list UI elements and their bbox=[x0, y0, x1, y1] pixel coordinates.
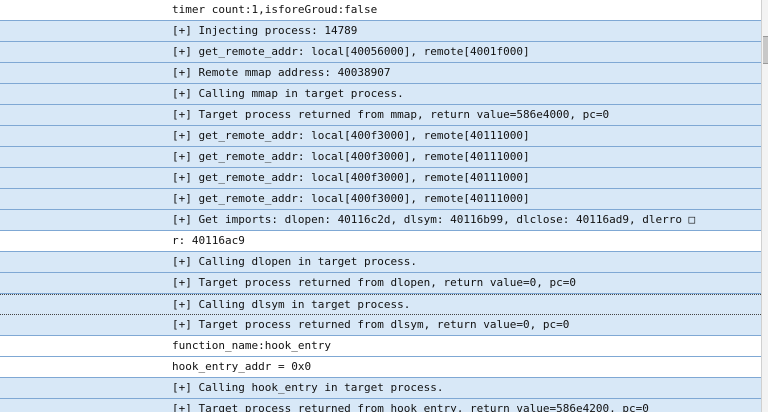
list-item[interactable]: [+] get_remote_addr: local[400f3000], re… bbox=[0, 126, 761, 147]
log-line-text: [+] Target process returned from dlsym, … bbox=[172, 318, 570, 331]
log-line-text: [+] Calling hook_entry in target process… bbox=[172, 381, 444, 394]
list-item[interactable]: [+] Calling mmap in target process. bbox=[0, 84, 761, 105]
log-line-text: [+] get_remote_addr: local[400f3000], re… bbox=[172, 129, 530, 142]
log-line-text: [+] Get imports: dlopen: 40116c2d, dlsym… bbox=[172, 213, 696, 226]
list-item[interactable]: hook_entry_addr = 0x0 bbox=[0, 357, 761, 378]
vertical-scrollbar[interactable] bbox=[761, 0, 768, 412]
list-item[interactable]: [+] get_remote_addr: local[400f3000], re… bbox=[0, 168, 761, 189]
log-line-text: [+] get_remote_addr: local[400f3000], re… bbox=[172, 192, 530, 205]
log-line-text: [+] Calling mmap in target process. bbox=[172, 87, 404, 100]
log-line-text: [+] Target process returned from hook_en… bbox=[172, 402, 649, 412]
list-item[interactable]: [+] Get imports: dlopen: 40116c2d, dlsym… bbox=[0, 210, 761, 231]
log-line-text: [+] Target process returned from mmap, r… bbox=[172, 108, 610, 121]
log-line-text: [+] Remote mmap address: 40038907 bbox=[172, 66, 391, 79]
list-item[interactable]: [+] Remote mmap address: 40038907 bbox=[0, 63, 761, 84]
log-line-text: [+] get_remote_addr: local[400f3000], re… bbox=[172, 150, 530, 163]
list-item[interactable]: [+] Target process returned from mmap, r… bbox=[0, 105, 761, 126]
log-line-text: r: 40116ac9 bbox=[172, 234, 245, 247]
scrollbar-thumb[interactable] bbox=[763, 36, 768, 64]
log-line-text: [+] Calling dlsym in target process. bbox=[172, 298, 411, 311]
list-item[interactable]: [+] Calling hook_entry in target process… bbox=[0, 378, 761, 399]
log-line-text: [+] get_remote_addr: local[400f3000], re… bbox=[172, 171, 530, 184]
list-item[interactable]: [+] get_remote_addr: local[40056000], re… bbox=[0, 42, 761, 63]
log-window: timer count:1,isforeGroud:false [+] Inje… bbox=[0, 0, 768, 412]
log-list[interactable]: timer count:1,isforeGroud:false [+] Inje… bbox=[0, 0, 761, 412]
list-item[interactable]: timer count:1,isforeGroud:false bbox=[0, 0, 761, 21]
list-item[interactable]: [+] Target process returned from dlsym, … bbox=[0, 315, 761, 336]
list-item[interactable]: [+] get_remote_addr: local[400f3000], re… bbox=[0, 147, 761, 168]
list-item[interactable]: [+] get_remote_addr: local[400f3000], re… bbox=[0, 189, 761, 210]
log-line-text: function_name:hook_entry bbox=[172, 339, 331, 352]
list-item[interactable]: [+] Injecting process: 14789 bbox=[0, 21, 761, 42]
list-item-focused[interactable]: [+] Calling dlsym in target process. bbox=[0, 294, 761, 315]
log-line-text: [+] Calling dlopen in target process. bbox=[172, 255, 418, 268]
log-line-text: [+] Target process returned from dlopen,… bbox=[172, 276, 576, 289]
list-item[interactable]: [+] Target process returned from hook_en… bbox=[0, 399, 761, 412]
list-item[interactable]: [+] Calling dlopen in target process. bbox=[0, 252, 761, 273]
list-item[interactable]: r: 40116ac9 bbox=[0, 231, 761, 252]
log-line-text: timer count:1,isforeGroud:false bbox=[172, 3, 378, 16]
log-line-text: hook_entry_addr = 0x0 bbox=[172, 360, 312, 373]
log-line-text: [+] get_remote_addr: local[40056000], re… bbox=[172, 45, 530, 58]
log-line-text: [+] Injecting process: 14789 bbox=[172, 24, 358, 37]
list-item[interactable]: function_name:hook_entry bbox=[0, 336, 761, 357]
list-item[interactable]: [+] Target process returned from dlopen,… bbox=[0, 273, 761, 294]
